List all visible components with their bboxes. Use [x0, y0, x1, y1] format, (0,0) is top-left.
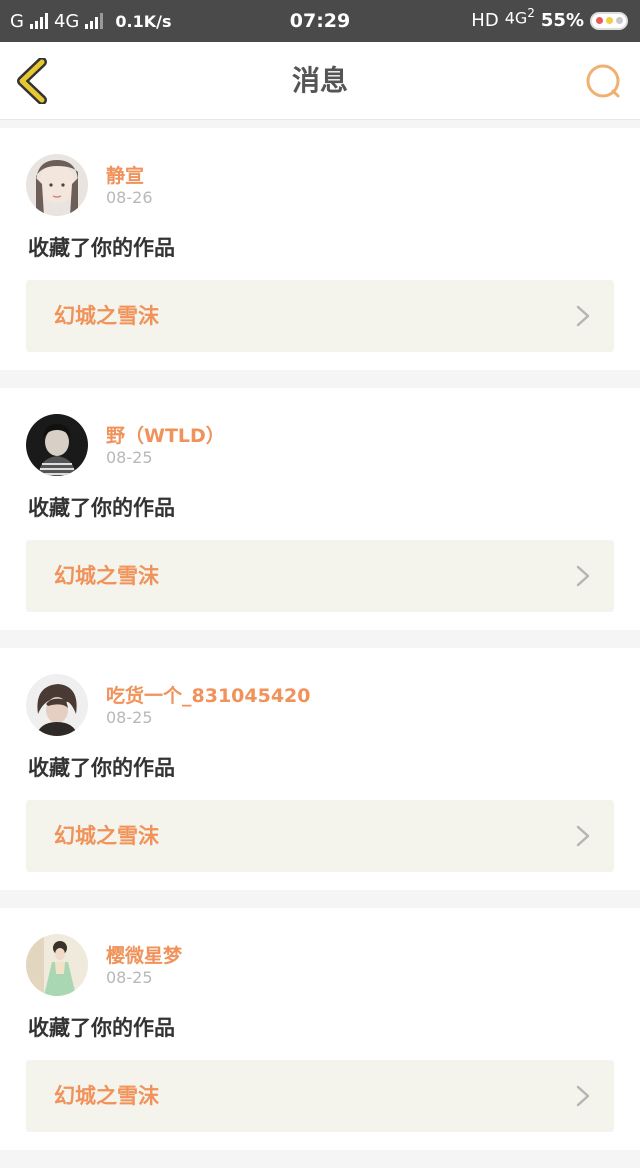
status-right: HD 4G2 55%	[471, 6, 628, 32]
work-title: 幻城之雪沫	[54, 564, 159, 588]
avatar-image	[26, 154, 88, 216]
message-action: 收藏了你的作品	[28, 496, 175, 520]
avatar[interactable]	[26, 154, 88, 216]
net-right-label: 4G2	[504, 6, 535, 28]
work-link[interactable]: 幻城之雪沫	[26, 280, 614, 352]
avatar-image	[26, 674, 88, 736]
message-list: 静宣 08-26 收藏了你的作品 幻城之雪沫 野（WTLD） 08-25 收藏了…	[0, 128, 640, 1168]
chevron-right-icon	[576, 1085, 590, 1107]
avatar-image	[26, 934, 88, 996]
work-title: 幻城之雪沫	[54, 1084, 159, 1108]
status-bar: G 4G 0.1K/s 07:29 HD 4G2 55%	[0, 0, 640, 42]
nav-bar: 消息	[0, 42, 640, 120]
sim-label: 2	[527, 6, 535, 21]
chevron-right-icon	[576, 565, 590, 587]
message-card: 吃货一个_831045420 08-25 收藏了你的作品 幻城之雪沫	[0, 648, 640, 890]
message-date: 08-26	[106, 188, 153, 207]
work-title: 幻城之雪沫	[54, 824, 159, 848]
avatar[interactable]	[26, 674, 88, 736]
message-card: 野（WTLD） 08-25 收藏了你的作品 幻城之雪沫	[0, 388, 640, 630]
work-title: 幻城之雪沫	[54, 304, 159, 328]
hd-label: HD	[471, 10, 499, 32]
username[interactable]: 樱微星梦	[106, 941, 182, 968]
message-date: 08-25	[106, 448, 153, 467]
avatar-image	[26, 414, 88, 476]
battery-icon	[590, 11, 628, 30]
work-link[interactable]: 幻城之雪沫	[26, 1060, 614, 1132]
work-link[interactable]: 幻城之雪沫	[26, 800, 614, 872]
message-card: 樱微星梦 08-25 收藏了你的作品 幻城之雪沫	[0, 908, 640, 1150]
battery-label: 55%	[540, 10, 584, 32]
chevron-right-icon	[576, 305, 590, 327]
work-link[interactable]: 幻城之雪沫	[26, 540, 614, 612]
chevron-right-icon	[576, 825, 590, 847]
search-icon	[586, 64, 620, 98]
message-date: 08-25	[106, 708, 153, 727]
page-title: 消息	[291, 64, 348, 97]
message-date: 08-25	[106, 968, 153, 987]
avatar[interactable]	[26, 934, 88, 996]
message-card: 静宣 08-26 收藏了你的作品 幻城之雪沫	[0, 128, 640, 370]
username[interactable]: 野（WTLD）	[106, 421, 225, 448]
search-button[interactable]	[584, 62, 624, 102]
username[interactable]: 吃货一个_831045420	[106, 681, 310, 708]
username[interactable]: 静宣	[106, 161, 144, 188]
avatar[interactable]	[26, 414, 88, 476]
message-action: 收藏了你的作品	[28, 1016, 175, 1040]
message-action: 收藏了你的作品	[28, 236, 175, 260]
message-action: 收藏了你的作品	[28, 756, 175, 780]
